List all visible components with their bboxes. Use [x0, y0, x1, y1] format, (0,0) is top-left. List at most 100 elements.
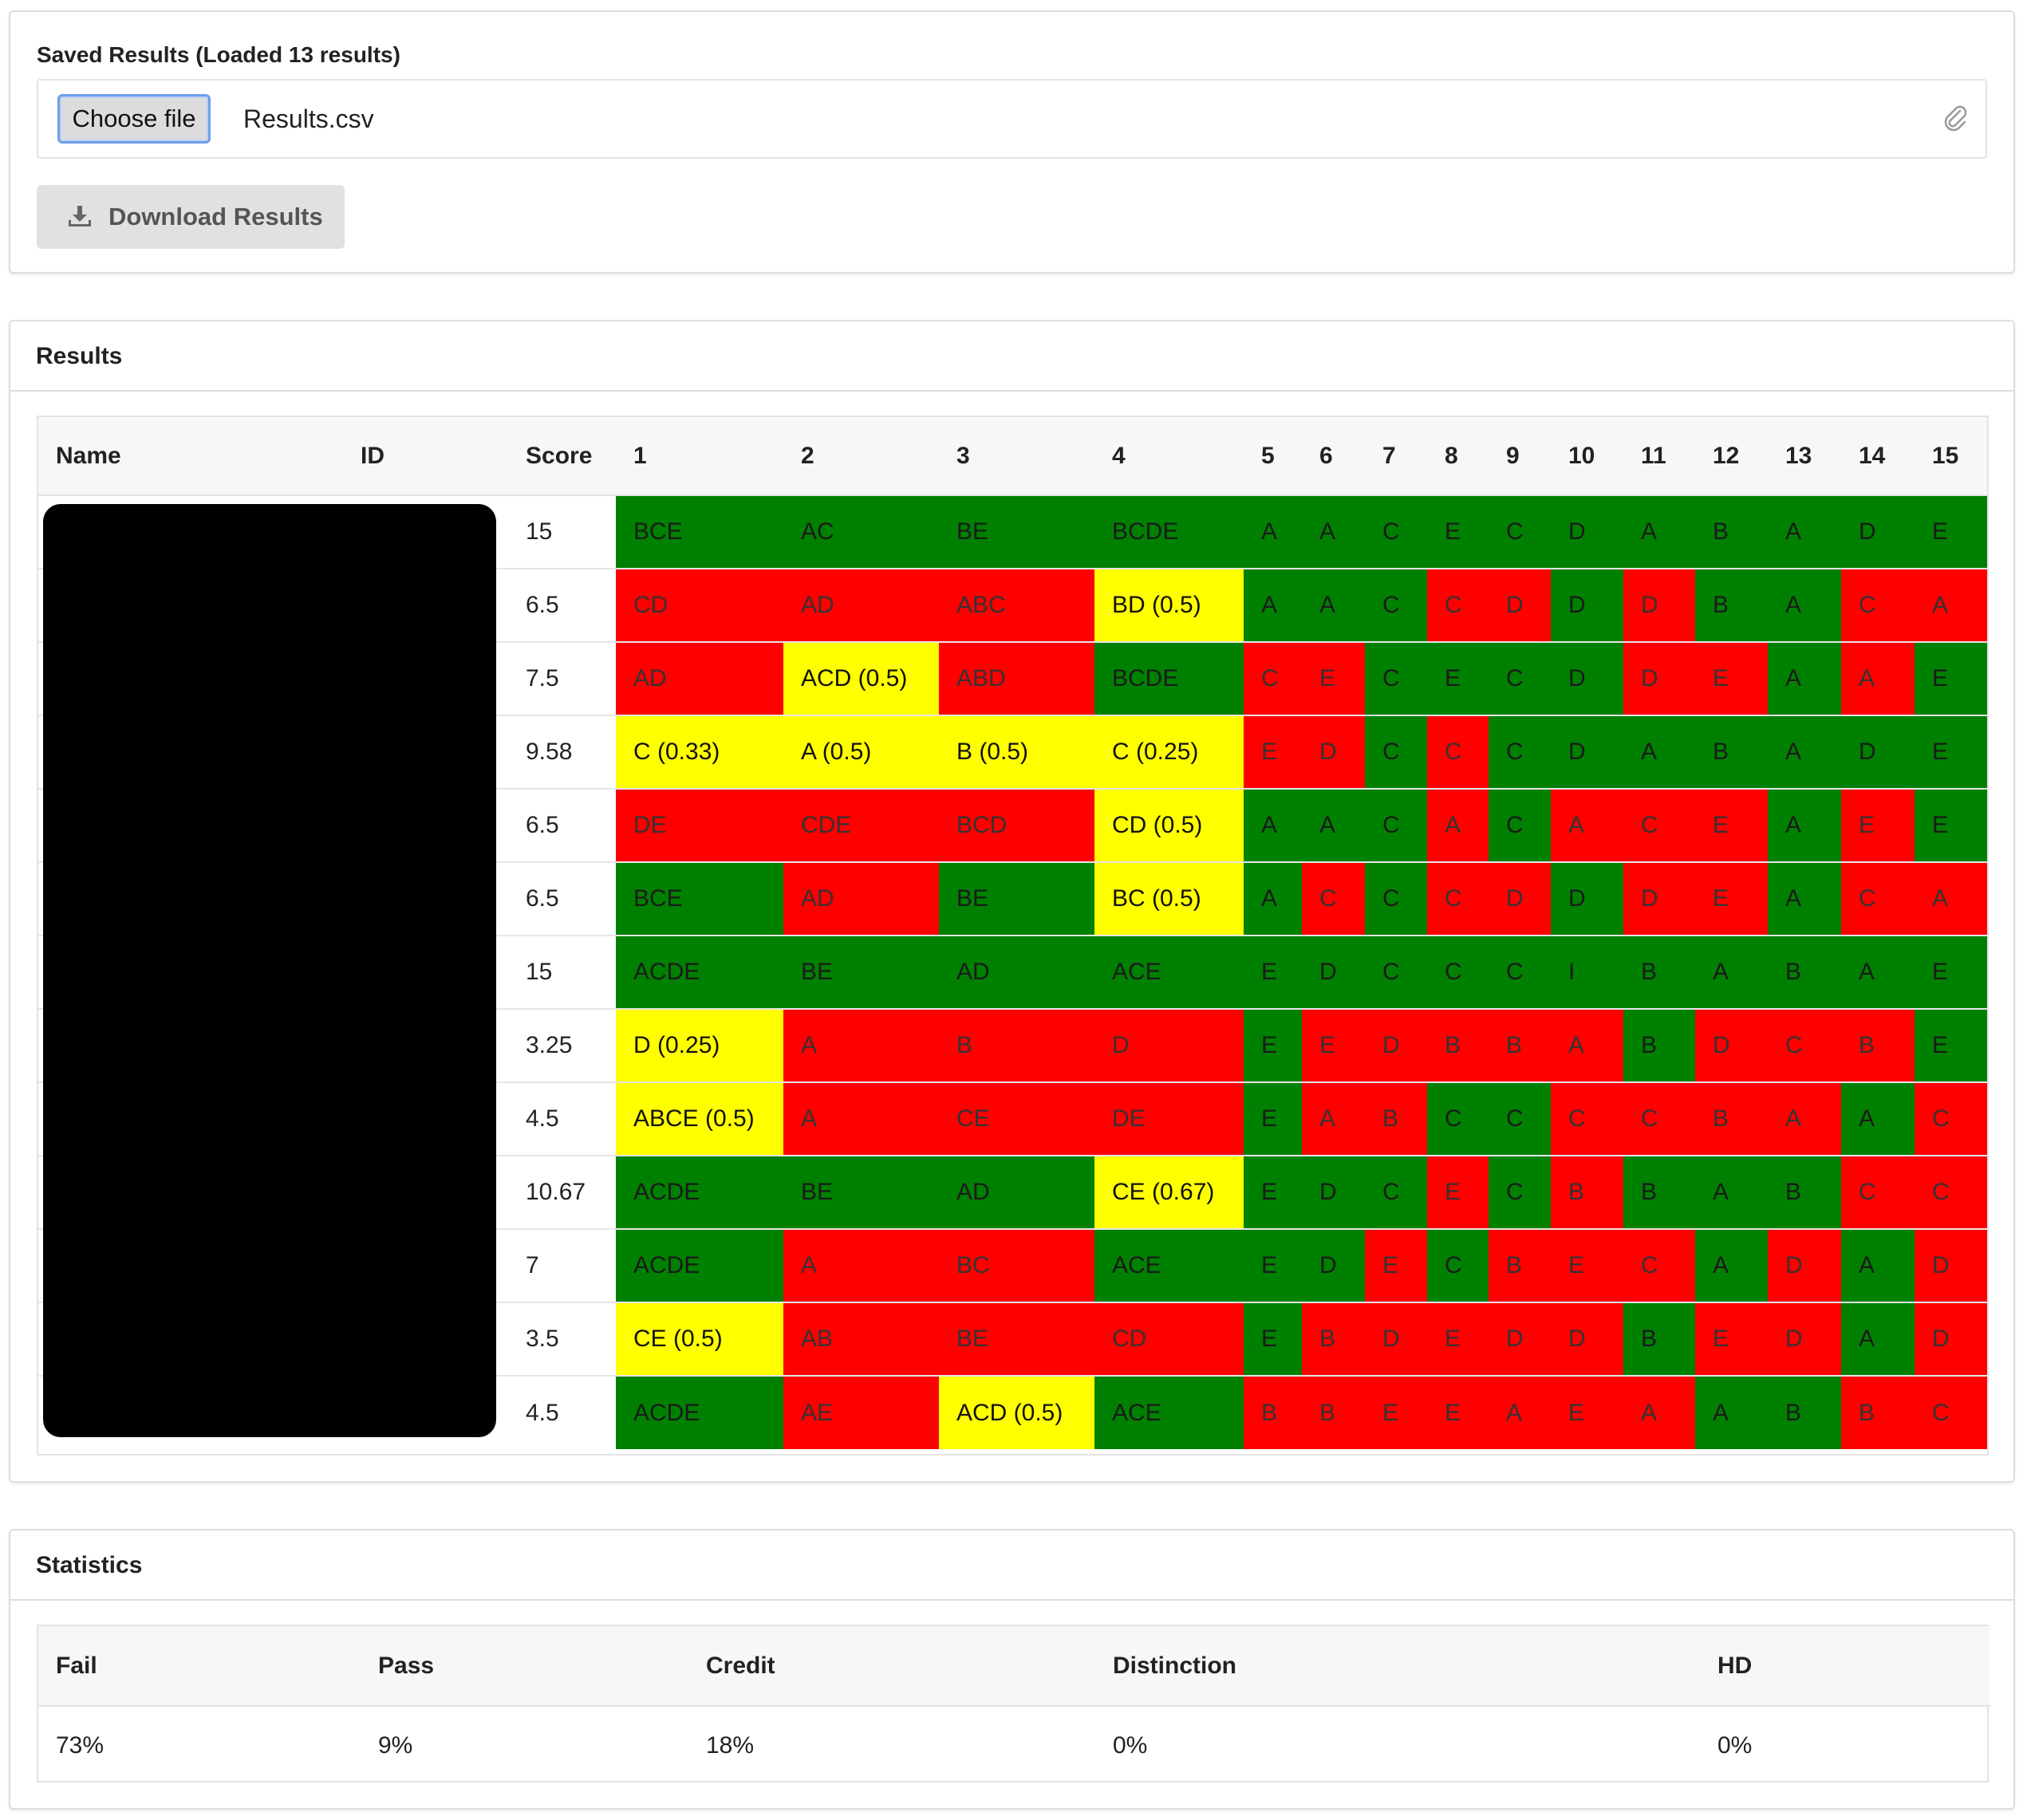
answer-cell: B [1427, 1008, 1489, 1082]
answer-cell: A [1623, 1375, 1695, 1449]
answer-cell: BCDE [1094, 494, 1244, 569]
answer-cell: D [1841, 715, 1915, 789]
answer-cell: A [1302, 494, 1365, 569]
answer-cell: BD (0.5) [1094, 568, 1244, 642]
answer-cell: ACDE [616, 935, 783, 1009]
answer-cell: C (0.25) [1094, 715, 1244, 789]
answer-cell: A [1623, 715, 1695, 789]
answer-cell: A [1768, 861, 1841, 936]
answer-cell: A [1489, 1375, 1551, 1449]
answer-cell: E [1695, 641, 1768, 715]
answer-cell: E [1915, 494, 1987, 569]
answer-cell: D [1551, 1302, 1623, 1376]
stat-header-credit: Credit [688, 1626, 1095, 1707]
answer-cell: CD [616, 568, 783, 642]
answer-cell: A [1302, 788, 1365, 862]
answer-cell: I [1551, 935, 1623, 1009]
download-results-button[interactable]: Download Results [37, 185, 345, 249]
answer-cell: A [783, 1228, 939, 1302]
answer-cell: B [1551, 1155, 1623, 1229]
answer-cell: C [1427, 715, 1489, 789]
answer-cell: CE [939, 1081, 1094, 1156]
answer-cell: ACDE [616, 1228, 783, 1302]
answer-cell: C [1427, 1081, 1489, 1156]
answer-cell: BC [939, 1228, 1094, 1302]
answer-cell: C [1365, 568, 1427, 642]
answer-cell: A [1915, 861, 1987, 936]
answer-cell: D [1695, 1008, 1768, 1082]
column-header-12: 12 [1695, 417, 1768, 496]
stat-header-pass: Pass [361, 1626, 688, 1707]
answer-cell: C [1365, 1155, 1427, 1229]
answer-cell: B [1489, 1228, 1551, 1302]
answer-cell: A [1768, 568, 1841, 642]
answer-cell: D [1551, 861, 1623, 936]
answer-cell: E [1427, 1375, 1489, 1449]
answer-cell: A [1841, 1302, 1915, 1376]
answer-cell: AB [783, 1302, 939, 1376]
answer-cell: E [1302, 641, 1365, 715]
answer-cell: D [1489, 1302, 1551, 1376]
answer-cell: D [1551, 494, 1623, 569]
answer-cell: E [1551, 1228, 1623, 1302]
saved-results-panel: Saved Results (Loaded 13 results) Choose… [9, 10, 2015, 274]
answer-cell: B [1695, 715, 1768, 789]
column-header-11: 11 [1623, 417, 1695, 496]
column-header-14: 14 [1841, 417, 1915, 496]
column-header-13: 13 [1768, 417, 1841, 496]
file-input[interactable]: Choose file Results.csv [37, 79, 1987, 159]
answer-cell: A [1551, 788, 1623, 862]
column-header-10: 10 [1551, 417, 1623, 496]
answer-cell: E [1915, 715, 1987, 789]
statistics-header-row: Fail Pass Credit Distinction HD [38, 1626, 1990, 1707]
statistics-panel: Statistics Fail Pass Credit Distinction … [9, 1529, 2015, 1810]
answer-cell: C [1623, 788, 1695, 862]
stat-value-credit: 18% [706, 1731, 755, 1759]
file-name-text: Results.csv [243, 104, 374, 133]
download-results-label: Download Results [108, 203, 323, 230]
answer-cell: E [1244, 1155, 1302, 1229]
answer-cell: ABD [939, 641, 1094, 715]
answer-cell: C [1365, 715, 1427, 789]
answer-cell: C [1623, 1081, 1695, 1156]
score-cell: 15 [508, 935, 616, 1009]
answer-cell: C [1365, 935, 1427, 1009]
column-header-7: 7 [1365, 417, 1427, 496]
answer-cell: E [1427, 641, 1489, 715]
answer-cell: E [1244, 1228, 1302, 1302]
answer-cell: B [1489, 1008, 1551, 1082]
answer-cell: DE [616, 788, 783, 862]
column-header-3: 3 [939, 417, 1094, 496]
answer-cell: D [1551, 641, 1623, 715]
answer-cell: B [1841, 1375, 1915, 1449]
paperclip-icon[interactable] [1942, 104, 1968, 133]
answer-cell: ACD (0.5) [939, 1375, 1094, 1449]
answer-cell: C [1915, 1081, 1987, 1156]
answer-cell: CD [1094, 1302, 1244, 1376]
column-header-5: 5 [1244, 417, 1302, 496]
answer-cell: C [1302, 861, 1365, 936]
answer-cell: B [1841, 1008, 1915, 1082]
results-panel: Results Name ID Score 1 2 3 4 5 6 7 8 9 10 11 12 13 14 15… [9, 320, 2015, 1483]
statistics-table-container: Fail Pass Credit Distinction HD 73% 9% 1… [37, 1625, 1990, 1783]
answer-cell: BCE [616, 494, 783, 569]
answer-cell: BCDE [1094, 641, 1244, 715]
stat-header-distinction: Distinction [1095, 1626, 1700, 1707]
score-cell: 3.5 [508, 1302, 616, 1376]
answer-cell: B [1623, 1302, 1695, 1376]
answer-cell: B [1768, 935, 1841, 1009]
answer-cell: D [1841, 494, 1915, 569]
answer-cell: A [1695, 935, 1768, 1009]
choose-file-button[interactable]: Choose file [57, 94, 211, 144]
answer-cell: C [1489, 715, 1551, 789]
answer-cell: C [1365, 641, 1427, 715]
answer-cell: B [1623, 1008, 1695, 1082]
stat-header-fail: Fail [38, 1626, 361, 1707]
statistics-heading: Statistics [10, 1530, 2013, 1601]
download-icon [69, 206, 91, 227]
answer-cell: E [1695, 861, 1768, 936]
answer-cell: E [1841, 788, 1915, 862]
answer-cell: D [1302, 1155, 1365, 1229]
answer-cell: C [1427, 935, 1489, 1009]
answer-cell: D [1551, 568, 1623, 642]
